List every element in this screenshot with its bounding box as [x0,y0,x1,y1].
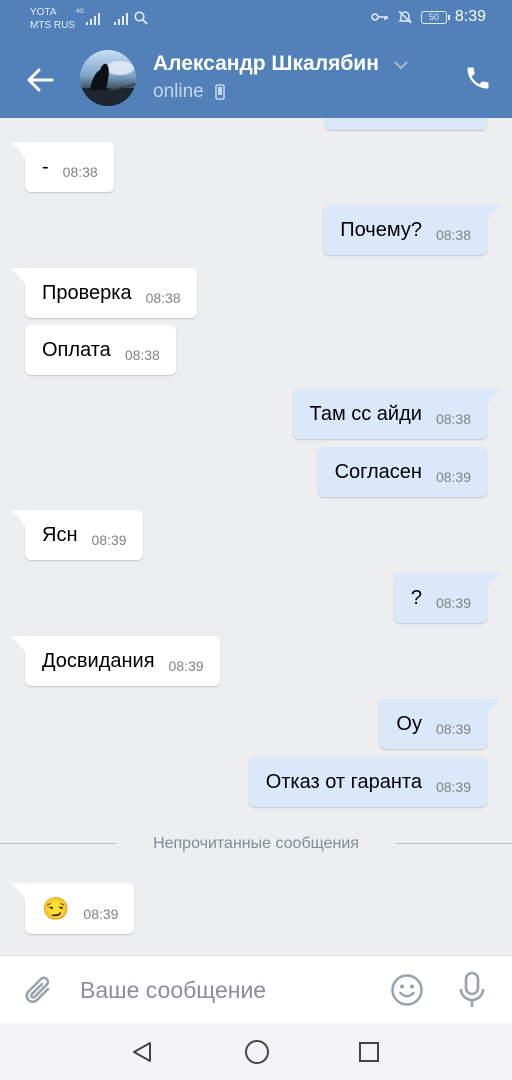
triangle-back-icon[interactable] [130,1040,154,1064]
message-input[interactable] [80,968,370,1012]
top-bar: YOTA MTS RUS 4G 50 8:39 Александр Шкаляб… [0,0,512,118]
divider-line-right [396,843,512,844]
message-text: Там сс айди [309,402,422,425]
message-time: 08:39 [435,595,471,611]
unread-divider-label: Непрочитанные сообщения [153,835,359,852]
mute-icon [398,10,412,24]
system-nav-bar [0,1023,512,1080]
online-status: online [153,81,204,102]
message-incoming[interactable]: 😏 08:39 [11,883,135,934]
message-text: Досвидания [42,649,155,672]
message-text: Ясн [42,523,78,546]
message-time: 08:39 [168,658,204,674]
message-outgoing[interactable]: Почему? 08:38 [323,205,501,255]
message-text: Согласен [334,460,422,483]
message-outgoing[interactable]: Оу 08:39 [379,699,501,749]
message-time: 08:39 [91,532,127,548]
message-time: 08:38 [145,290,181,306]
square-recents-icon[interactable] [358,1041,380,1063]
signal-icon-2 [114,13,128,25]
message-text: Проверка [42,281,132,304]
message-time: 08:38 [124,347,160,363]
network-type: 4G [76,9,85,15]
arrow-left-icon[interactable] [22,62,58,98]
message-time: 08:38 [435,411,471,427]
avatar[interactable] [80,50,136,106]
bubble-tail [11,510,27,530]
status-bar: YOTA MTS RUS 4G 50 8:39 [0,0,512,36]
message-outgoing[interactable]: ? 08:39 [393,573,501,623]
carrier-2: MTS RUS [30,20,75,31]
message-time: 08:39 [435,469,471,485]
message-incoming[interactable]: Досвидания 08:39 [11,636,220,686]
bubble-tail [11,883,27,903]
message-text: Оу [396,712,422,735]
status-clock: 8:39 [454,8,486,25]
carrier-1: YOTA [30,7,57,18]
message-time: 08:39 [435,779,471,795]
mobile-device-icon [215,84,225,100]
paperclip-icon[interactable] [24,974,56,1008]
unread-divider: Непрочитанные сообщения [0,832,512,856]
message-text: - [42,155,49,178]
smile-icon[interactable] [390,973,424,1007]
signal-icon [86,13,100,25]
carrier-info: YOTA MTS RUS [30,6,75,32]
message-incoming[interactable]: - 08:38 [11,142,114,192]
message-emoji: 😏 [42,895,70,921]
message-outgoing[interactable]: Там сс айди 08:38 [292,389,501,439]
key-icon [371,13,388,21]
message-outgoing[interactable]: Отказ от гаранта 08:39 [248,757,487,807]
bubble-tail [485,205,501,225]
phone-icon[interactable] [464,64,492,92]
message-incoming[interactable]: Проверка 08:38 [11,268,197,318]
chat-area[interactable]: - 08:38 Почему? 08:38 Проверка 08:38 Опл… [0,118,512,955]
message-incoming[interactable]: Оплата 08:38 [25,325,176,375]
status-right: 50 8:39 [371,8,486,26]
bubble-tail [11,268,27,288]
chevron-down-icon[interactable] [393,60,409,70]
microphone-icon[interactable] [458,971,486,1009]
message-text: Оплата [42,338,111,361]
contact-name[interactable]: Александр Шкалябин [153,52,379,76]
battery-icon: 50 [420,10,450,24]
bubble-tail [485,699,501,719]
message-text: ? [410,586,422,609]
message-text: Почему? [340,218,422,241]
message-composer [0,955,512,1023]
message-outgoing[interactable]: Согласен 08:39 [317,447,487,497]
search-icon [134,11,148,25]
circle-home-icon[interactable] [244,1039,270,1065]
message-time: 08:39 [435,721,471,737]
partial-message-bubble [325,118,487,130]
bubble-tail [11,636,27,656]
bubble-tail [11,142,27,162]
message-text: Отказ от гаранта [265,770,422,793]
message-time: 08:38 [435,227,471,243]
bubble-tail [485,573,501,593]
bubble-tail [485,389,501,409]
message-incoming[interactable]: Ясн 08:39 [11,510,143,560]
message-time: 08:38 [62,164,98,180]
message-time: 08:39 [83,905,119,922]
